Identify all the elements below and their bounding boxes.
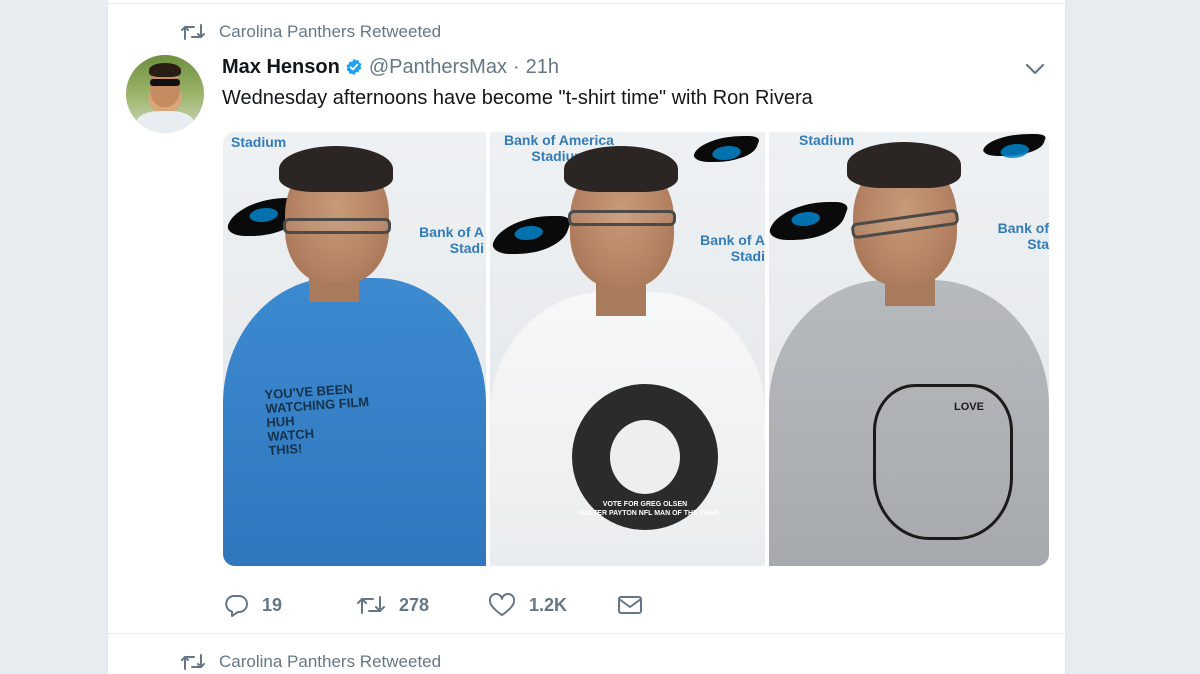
photo-wall-text: Bank of A Stadi bbox=[700, 232, 765, 264]
retweet-context-label: Carolina Panthers Retweeted bbox=[219, 652, 442, 671]
photo-wall-text: Bank of A Stadi bbox=[419, 224, 484, 256]
reply-icon bbox=[225, 595, 248, 617]
photo-wall-text: Stadium bbox=[799, 132, 855, 148]
tweet-photo-3[interactable]: Stadium Bank of Sta LOVE bbox=[769, 132, 1049, 566]
envelope-icon bbox=[618, 596, 642, 614]
photo-wall-text: Stadium bbox=[231, 134, 287, 150]
tweet-actions: 19 278 1.2K bbox=[223, 590, 644, 620]
tweet-text: Wednesday afternoons have become "t-shir… bbox=[222, 87, 813, 109]
retweet-icon bbox=[181, 653, 205, 671]
verified-badge-icon bbox=[345, 58, 363, 76]
tweet-timestamp[interactable]: 21h bbox=[526, 56, 559, 79]
like-button[interactable]: 1.2K bbox=[488, 593, 616, 617]
heart-icon bbox=[488, 593, 516, 616]
tweet-media-grid: Stadium Bank of A Stadi YOU'VE BEEN WATC… bbox=[223, 132, 1049, 566]
author-handle[interactable]: @PanthersMax bbox=[369, 56, 507, 79]
avatar[interactable] bbox=[126, 55, 204, 133]
separator-dot: · bbox=[512, 55, 520, 78]
direct-message-button[interactable] bbox=[616, 594, 644, 616]
shirt-graphic-text: YOU'VE BEEN WATCHING FILM HUH WATCH THIS… bbox=[264, 381, 370, 459]
tweet-photo-2[interactable]: Bank of America Stadium Bank of A Stadi … bbox=[490, 132, 765, 566]
photo-wall-text: Bank of Sta bbox=[997, 220, 1049, 252]
chevron-down-icon[interactable] bbox=[1024, 58, 1046, 80]
tweet-photo-1[interactable]: Stadium Bank of A Stadi YOU'VE BEEN WATC… bbox=[223, 132, 486, 566]
retweet-context[interactable]: Carolina Panthers Retweeted bbox=[181, 22, 441, 42]
retweet-count: 278 bbox=[399, 594, 430, 615]
tweet-header: Max Henson @PanthersMax · 21h bbox=[222, 54, 559, 80]
timeline-stream: Carolina Panthers Retweeted Max Henson @… bbox=[107, 0, 1066, 674]
divider bbox=[108, 3, 1065, 4]
retweet-icon bbox=[181, 23, 205, 41]
reply-button[interactable]: 19 bbox=[223, 593, 356, 617]
shirt-graphic-text: VOTE FOR GREG OLSEN WALTER PAYTON NFL MA… bbox=[578, 501, 720, 517]
retweet-icon bbox=[357, 596, 385, 614]
reply-count: 19 bbox=[262, 594, 283, 615]
retweet-context-label: Carolina Panthers Retweeted bbox=[219, 22, 442, 41]
author-name[interactable]: Max Henson bbox=[222, 56, 340, 79]
like-count: 1.2K bbox=[529, 594, 568, 615]
divider bbox=[108, 633, 1065, 634]
next-retweet-context[interactable]: Carolina Panthers Retweeted bbox=[181, 652, 441, 672]
retweet-button[interactable]: 278 bbox=[356, 594, 488, 616]
shirt-graphic-text: LOVE bbox=[954, 401, 984, 413]
